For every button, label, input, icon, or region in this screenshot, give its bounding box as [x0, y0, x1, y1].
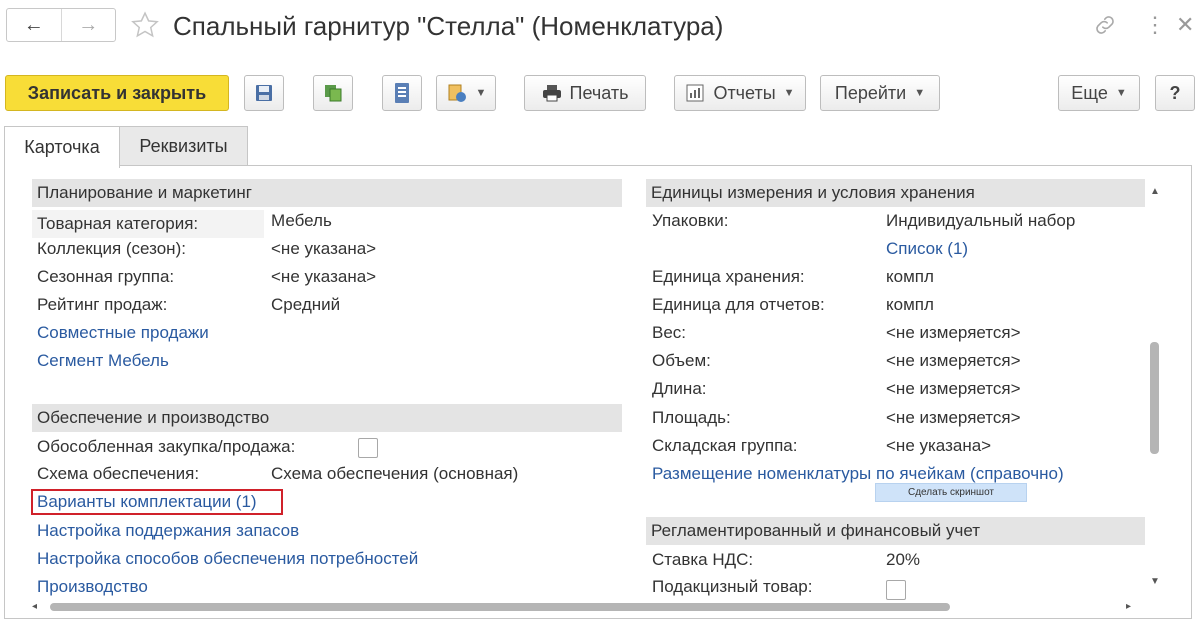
link-stock-maintenance-settings[interactable]: Настройка поддержания запасов — [37, 521, 299, 541]
section-supply-header: Обеспечение и производство — [32, 404, 622, 432]
copy-button[interactable] — [313, 75, 353, 111]
back-button[interactable]: ← — [7, 9, 61, 41]
copy-icon — [325, 85, 342, 102]
navigation-buttons: ← → — [6, 8, 116, 42]
field-label-excise: Подакцизный товар: — [652, 577, 813, 596]
print-label: Печать — [569, 82, 629, 103]
save-icon — [256, 85, 272, 101]
field-value-warehouse-group[interactable]: <не указана> — [886, 436, 991, 456]
create-based-on-button[interactable]: ▼ — [436, 75, 496, 111]
horizontal-scroll-thumb[interactable] — [50, 603, 950, 611]
link-production[interactable]: Производство — [37, 577, 148, 597]
back-arrow-icon: ← — [23, 13, 44, 36]
save-button[interactable] — [244, 75, 284, 111]
field-label-vat-rate: Ставка НДС: — [652, 550, 754, 569]
link-segment-furniture[interactable]: Сегмент Мебель — [37, 351, 169, 371]
document-list-icon — [395, 83, 409, 103]
print-button[interactable]: Печать — [524, 75, 646, 111]
window-title: Спальный гарнитур "Стелла" (Номенклатура… — [173, 11, 724, 41]
reports-button[interactable]: Отчеты ▼ — [674, 75, 806, 111]
save-and-close-button[interactable]: Записать и закрыть — [5, 75, 229, 111]
list-button[interactable] — [382, 75, 422, 111]
field-label-packages: Упаковки: — [652, 211, 729, 230]
reports-label: Отчеты — [713, 82, 776, 103]
tab-card[interactable]: Карточка — [4, 126, 120, 168]
field-value-storage-unit[interactable]: компл — [886, 267, 934, 287]
section-planning-header: Планирование и маркетинг — [32, 179, 622, 207]
vertical-scrollbar[interactable]: ▲ ▼ — [1148, 180, 1162, 590]
section-units-header: Единицы измерения и условия хранения — [646, 179, 1145, 207]
field-label-collection: Коллекция (сезон): — [37, 239, 186, 258]
field-value-packages[interactable]: Индивидуальный набор — [886, 211, 1075, 231]
field-value-product-category[interactable]: Мебель — [271, 211, 332, 231]
chevron-down-icon: ▼ — [783, 87, 795, 99]
reports-icon — [686, 84, 704, 102]
field-label-weight: Вес: — [652, 323, 687, 342]
field-value-vat-rate[interactable]: 20% — [886, 550, 920, 570]
tab-details[interactable]: Реквизиты — [120, 126, 248, 166]
close-icon[interactable]: ✕ — [1176, 12, 1194, 38]
field-label-product-category: Товарная категория: — [32, 210, 264, 238]
field-label-warehouse-group: Складская группа: — [652, 436, 798, 455]
link-supply-methods-settings[interactable]: Настройка способов обеспечения потребнос… — [37, 549, 418, 569]
goto-button[interactable]: Перейти ▼ — [820, 75, 940, 111]
help-button[interactable]: ? — [1155, 75, 1195, 111]
field-value-length[interactable]: <не измеряется> — [886, 379, 1021, 399]
field-value-sales-rating[interactable]: Средний — [271, 295, 340, 315]
field-value-collection[interactable]: <не указана> — [271, 239, 376, 259]
forward-button[interactable]: → — [60, 9, 116, 41]
field-value-report-unit[interactable]: компл — [886, 295, 934, 315]
forward-arrow-icon: → — [78, 13, 99, 36]
more-label: Еще — [1071, 82, 1108, 103]
separate-purchase-checkbox[interactable] — [358, 438, 378, 458]
more-actions-button[interactable]: Еще ▼ — [1058, 75, 1140, 111]
scroll-down-icon[interactable]: ▼ — [1150, 576, 1160, 587]
link-packages-list[interactable]: Список (1) — [886, 239, 968, 259]
excise-checkbox[interactable] — [886, 580, 906, 600]
field-value-supply-scheme[interactable]: Схема обеспечения (основная) — [271, 464, 518, 484]
chevron-down-icon: ▼ — [475, 87, 487, 99]
field-label-report-unit: Единица для отчетов: — [652, 295, 825, 314]
chevron-down-icon: ▼ — [914, 87, 926, 99]
field-value-weight[interactable]: <не измеряется> — [886, 323, 1021, 343]
field-value-area[interactable]: <не измеряется> — [886, 408, 1021, 428]
scroll-right-icon[interactable]: ▸ — [1126, 601, 1131, 612]
field-label-sales-rating: Рейтинг продаж: — [37, 295, 168, 314]
more-icon[interactable]: ⋮ — [1144, 12, 1166, 38]
field-label-season-group: Сезонная группа: — [37, 267, 175, 286]
link-configuration-variants[interactable]: Варианты комплектации (1) — [37, 492, 257, 512]
scroll-up-icon[interactable]: ▲ — [1150, 186, 1160, 197]
vertical-scroll-thumb[interactable] — [1150, 342, 1159, 454]
field-label-length: Длина: — [652, 379, 707, 398]
field-label-storage-unit: Единица хранения: — [652, 267, 805, 286]
field-value-volume[interactable]: <не измеряется> — [886, 351, 1021, 371]
link-cell-placement[interactable]: Размещение номенклатуры по ячейкам (спра… — [652, 464, 1064, 484]
field-label-volume: Объем: — [652, 351, 711, 370]
goto-label: Перейти — [834, 82, 907, 103]
printer-icon — [542, 85, 561, 102]
section-tax-header: Регламентированный и финансовый учет — [646, 517, 1145, 545]
horizontal-scrollbar[interactable]: ◂ ▸ — [32, 600, 1138, 614]
link-icon[interactable] — [1092, 12, 1118, 38]
create-based-on-icon — [448, 84, 466, 102]
scroll-left-icon[interactable]: ◂ — [32, 601, 37, 612]
field-label-area: Площадь: — [652, 408, 731, 427]
favorite-star-icon[interactable] — [130, 10, 160, 40]
screenshot-tooltip[interactable]: Сделать скриншот — [875, 483, 1027, 502]
link-joint-sales[interactable]: Совместные продажи — [37, 323, 209, 343]
field-label-separate-purchase: Обособленная закупка/продажа: — [37, 437, 296, 456]
chevron-down-icon: ▼ — [1115, 87, 1127, 99]
field-value-season-group[interactable]: <не указана> — [271, 267, 376, 287]
field-label-supply-scheme: Схема обеспечения: — [37, 464, 200, 483]
